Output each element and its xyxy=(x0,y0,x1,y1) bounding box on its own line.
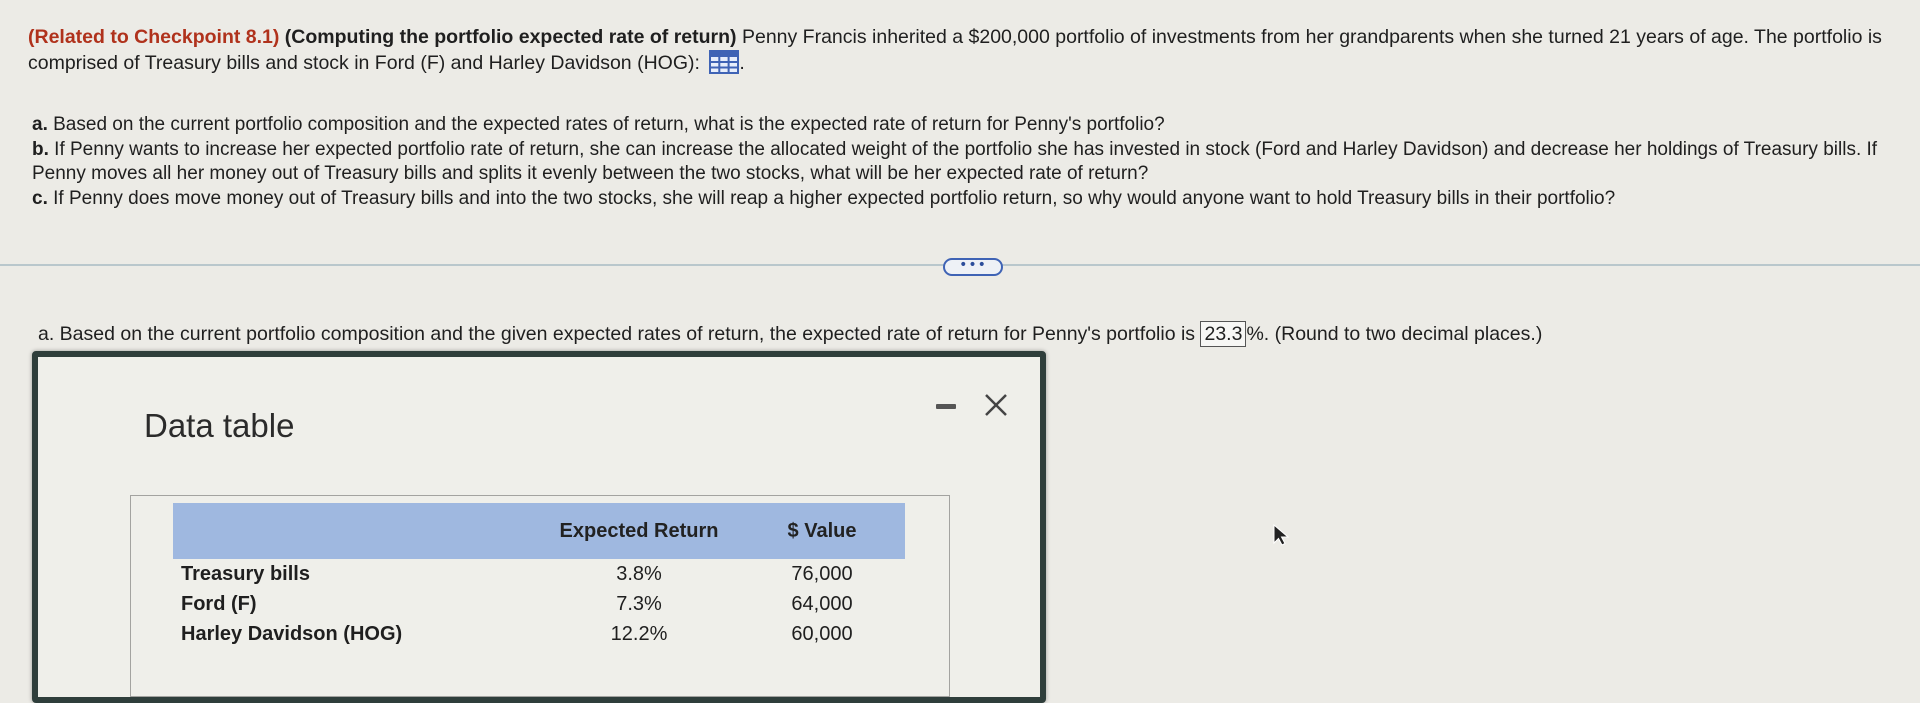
problem-statement: (Related to Checkpoint 8.1) (Computing t… xyxy=(28,24,1908,76)
question-text: If Penny wants to increase her expected … xyxy=(32,139,1878,184)
data-table-dialog: Data table Expected Return $ Value Treas… xyxy=(32,351,1046,703)
minimize-icon xyxy=(936,404,956,409)
answer-prefix: a. Based on the current portfolio compos… xyxy=(38,323,1201,345)
table-header-row: Expected Return $ Value xyxy=(173,503,905,559)
question-label: a. xyxy=(32,114,48,135)
expand-more-button[interactable]: ••• xyxy=(943,258,1003,276)
table-row: Ford (F) 7.3% 64,000 xyxy=(173,589,905,619)
question-text: If Penny does move money out of Treasury… xyxy=(47,188,1616,209)
table-row: Treasury bills 3.8% 76,000 xyxy=(173,559,905,589)
table-grid-icon[interactable] xyxy=(709,50,740,74)
dollar-value: 60,000 xyxy=(791,622,853,645)
column-header-value: $ Value xyxy=(739,503,905,559)
dollar-value: 76,000 xyxy=(791,562,853,585)
problem-trailing: . xyxy=(739,52,745,74)
question-b: b. If Penny wants to increase her expect… xyxy=(32,138,1892,186)
checkpoint-reference: (Related to Checkpoint 8.1) xyxy=(28,26,280,48)
expected-return: 7.3% xyxy=(616,592,662,615)
answer-input[interactable]: 23.3 xyxy=(1200,321,1247,347)
close-button[interactable] xyxy=(981,390,1011,420)
answer-line: a. Based on the current portfolio compos… xyxy=(38,321,1542,347)
expected-return: 3.8% xyxy=(616,562,662,585)
table-row: Harley Davidson (HOG) 12.2% 60,000 xyxy=(173,619,905,649)
asset-name: Ford (F) xyxy=(181,592,257,615)
expected-return: 12.2% xyxy=(610,622,668,645)
problem-topic: (Computing the portfolio expected rate o… xyxy=(284,26,737,48)
question-text: Based on the current portfolio compositi… xyxy=(47,114,1165,135)
question-a: a. Based on the current portfolio compos… xyxy=(32,113,1892,137)
question-list: a. Based on the current portfolio compos… xyxy=(32,113,1892,212)
data-table-container: Expected Return $ Value Treasury bills 3… xyxy=(130,495,950,697)
close-icon xyxy=(985,394,1007,416)
minimize-button[interactable] xyxy=(933,394,959,416)
question-label: b. xyxy=(32,139,49,160)
mouse-pointer-icon xyxy=(1272,523,1290,551)
answer-suffix: %. (Round to two decimal places.) xyxy=(1246,323,1543,345)
dollar-value: 64,000 xyxy=(791,592,853,615)
dialog-title: Data table xyxy=(144,407,295,444)
column-header-expected-return: Expected Return xyxy=(539,503,739,559)
question-label: c. xyxy=(32,188,48,209)
data-table: Expected Return $ Value Treasury bills 3… xyxy=(173,503,905,649)
question-c: c. If Penny does move money out of Treas… xyxy=(32,187,1892,211)
column-header-name xyxy=(173,503,539,559)
asset-name: Harley Davidson (HOG) xyxy=(181,622,403,645)
asset-name: Treasury bills xyxy=(181,562,310,585)
